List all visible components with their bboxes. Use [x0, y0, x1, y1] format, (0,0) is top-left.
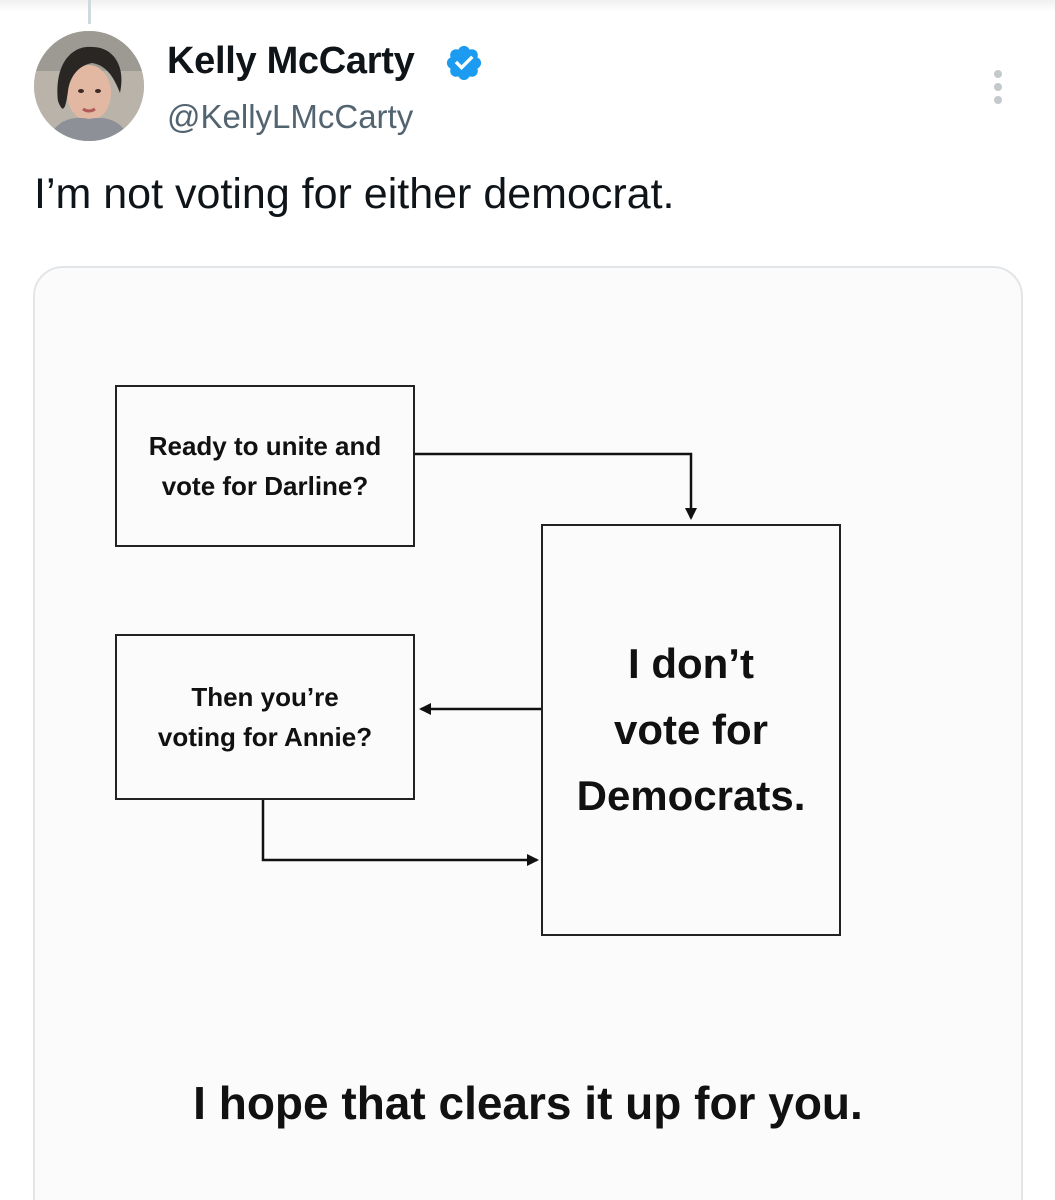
arrow-darline-to-democrats — [415, 452, 697, 520]
thread-connector-line — [88, 0, 91, 24]
box-darline-line2: vote for Darline? — [161, 471, 369, 501]
arrow-annie-to-democrats — [261, 800, 539, 866]
avatar-image — [34, 31, 144, 141]
box-democrats-line3: Democrats. — [576, 772, 806, 819]
more-options-icon[interactable] — [978, 62, 1018, 112]
box-democrats-line2: vote for — [613, 706, 768, 753]
tweet-text: I’m not voting for either democrat. — [34, 170, 675, 218]
box-darline-line1: Ready to unite and — [148, 431, 382, 461]
box-annie-line1: Then you’re — [191, 682, 339, 712]
top-edge — [0, 0, 1055, 12]
verified-badge-icon — [446, 45, 482, 81]
box-annie-line2: voting for Annie? — [157, 722, 373, 752]
flowchart-box-darline: Ready to unite and vote for Darline? — [115, 385, 415, 547]
avatar[interactable] — [34, 31, 144, 141]
flowchart-box-democrats: I don’t vote for Democrats. — [541, 524, 841, 936]
author-name[interactable]: Kelly McCarty — [167, 38, 415, 84]
box-democrats-line1: I don’t — [628, 640, 754, 687]
flowchart-caption: I hope that clears it up for you. — [193, 1077, 863, 1129]
tweet-view: Kelly McCarty @KellyLMcCarty I’m not vot… — [0, 0, 1055, 1200]
tweet-media-image[interactable]: Ready to unite and vote for Darline? The… — [33, 266, 1023, 1200]
author-handle[interactable]: @KellyLMcCarty — [167, 96, 413, 138]
flowchart-box-annie: Then you’re voting for Annie? — [115, 634, 415, 800]
